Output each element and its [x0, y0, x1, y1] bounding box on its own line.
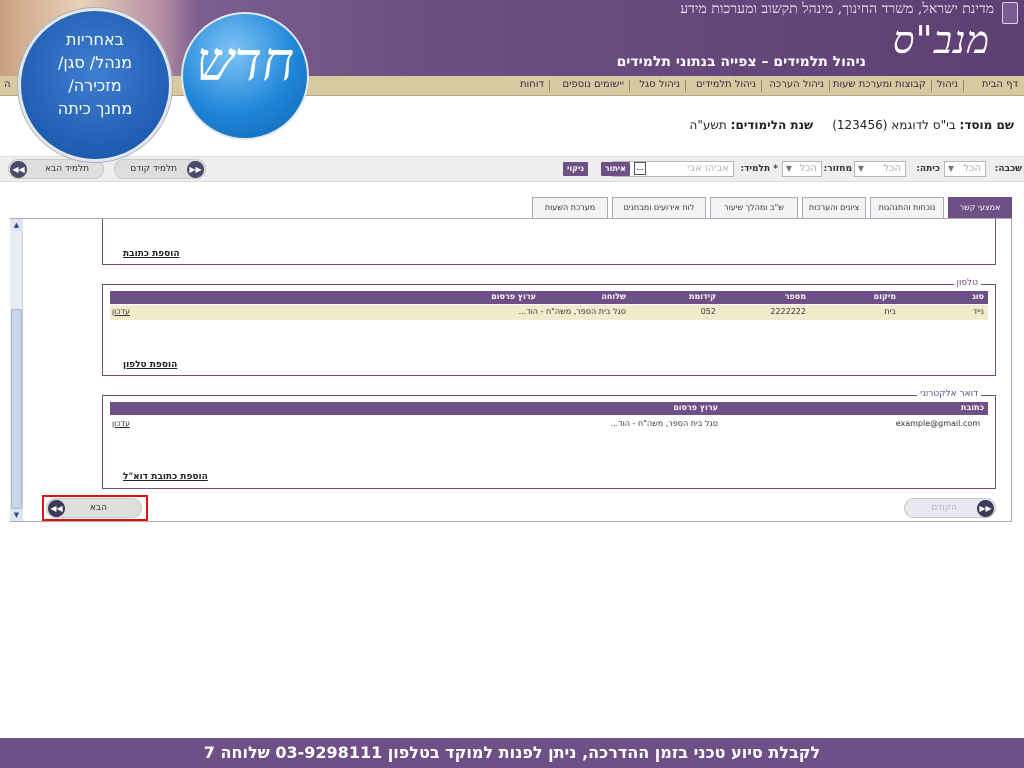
- menu-separator: [931, 80, 932, 92]
- col-address: כתובת: [960, 403, 984, 412]
- responsibility-badge-text: באחריות מנהל/ סגן/ מזכירה/ מחנך כיתה: [22, 28, 168, 120]
- layer-label: שכבה:: [994, 164, 1022, 174]
- cycle-label: מחזור:: [823, 164, 852, 174]
- menu-separator: [963, 80, 964, 92]
- clear-button[interactable]: ניקוי: [563, 162, 588, 176]
- previous-label: הקודם: [931, 503, 957, 513]
- email-section: דואר אלקטרוני כתובת ערוץ פרסום example@g…: [102, 389, 996, 489]
- chevron-down-icon: ▼: [857, 164, 865, 173]
- email-table-header: כתובת ערוץ פרסום: [110, 402, 988, 415]
- highlight-box: [42, 495, 148, 521]
- scroll-down-icon[interactable]: ▼: [10, 509, 23, 521]
- address-section: הוספת כתובת: [102, 219, 996, 265]
- student-label: * תלמיד:: [740, 164, 779, 174]
- col-location: מיקום: [873, 292, 896, 301]
- app-logo: מנב"ס: [892, 18, 990, 62]
- next-student-button[interactable]: ◀◀ תלמיד הבא: [8, 159, 104, 179]
- class-label: כיתה:: [916, 164, 940, 174]
- col-extension: שלוחה: [601, 292, 626, 301]
- col-number: מספר: [784, 292, 806, 301]
- search-button[interactable]: איתור: [600, 162, 630, 176]
- col-channel: ערוץ פרסום: [491, 292, 536, 301]
- menu-separator: [629, 80, 630, 92]
- institution-label: שם מוסד:: [959, 118, 1014, 132]
- menu-more-apps[interactable]: יישומים נוספים: [563, 79, 624, 90]
- previous-student-button[interactable]: ▶▶ תלמיד קודם: [114, 159, 206, 179]
- tab-attendance-behavior[interactable]: נוכחות והתנהגות: [870, 197, 944, 219]
- tab-grades[interactable]: ציונים והערכות: [802, 197, 866, 219]
- state-emblem-icon: [1002, 2, 1018, 24]
- tab-contact-methods[interactable]: אמצעי קשר: [948, 197, 1012, 219]
- tab-timetable[interactable]: מערכת השעות: [532, 197, 608, 219]
- add-phone-link[interactable]: הוספת טלפון: [123, 360, 177, 370]
- school-year-label: שנת הלימודים:: [730, 118, 814, 132]
- previous-button[interactable]: ▶▶ הקודם: [904, 498, 996, 518]
- phone-section: טלפון סוג מיקום מספר קידומת שלוחה ערוץ פ…: [102, 278, 996, 376]
- badge-line: באחריות: [66, 30, 124, 49]
- tab-events-exams[interactable]: לוח אירועים ומבחנים: [612, 197, 706, 219]
- email-legend: דואר אלקטרוני: [917, 389, 981, 399]
- badge-line: מחנך כיתה: [57, 99, 133, 118]
- table-row: נייד בית 2222222 052 סגל בית הספר, משה"ח…: [110, 305, 988, 320]
- student-picker-button[interactable]: ...: [634, 162, 646, 175]
- email-channel: סגל בית הספר, משה"ח - הוד...: [610, 419, 718, 428]
- menu-separator: [761, 80, 762, 92]
- cycle-select-value: הכל: [799, 163, 817, 174]
- add-email-link[interactable]: הוספת כתובת דוא"ל: [123, 472, 208, 482]
- menu-assessment[interactable]: ניהול הערכה: [769, 79, 824, 90]
- menu-reports[interactable]: דוחות: [520, 79, 544, 90]
- badge-line: מנהל/ סגן/: [57, 53, 133, 72]
- vertical-scrollbar[interactable]: ▲ ▼: [10, 219, 23, 521]
- phone-type: נייד: [972, 307, 984, 316]
- menu-home[interactable]: דף הבית: [982, 79, 1018, 90]
- phone-table-header: סוג מיקום מספר קידומת שלוחה ערוץ פרסום: [110, 291, 988, 304]
- class-select[interactable]: הכל ▼: [854, 161, 906, 177]
- phone-location: בית: [884, 307, 896, 316]
- forward-arrows-icon: ▶▶: [977, 500, 994, 517]
- layer-select[interactable]: הכל ▼: [944, 161, 986, 177]
- support-footer: לקבלת סיוע טכני בזמן ההדרכה, ניתן לפנות …: [0, 738, 1024, 768]
- gov-line: מדינת ישראל, משרד החינוך, מינהל תקשוב ומ…: [680, 1, 994, 17]
- email-update-link[interactable]: עדכון: [112, 419, 130, 428]
- student-select-value: אביהו אבי: [687, 163, 729, 174]
- add-address-link[interactable]: הוספת כתובת: [123, 249, 180, 259]
- menu-separator: [549, 80, 550, 92]
- phone-update-link[interactable]: עדכון: [112, 307, 130, 316]
- col-channel: ערוץ פרסום: [673, 403, 718, 412]
- menu-staff[interactable]: ניהול סגל: [639, 79, 680, 90]
- institution-value: בי"ס לדוגמא (123456): [832, 118, 956, 132]
- new-badge-label: חדש: [195, 30, 295, 93]
- school-year-value: תשע"ה: [689, 118, 727, 132]
- page-subtitle: ניהול תלמידים – צפייה בנתוני תלמידים: [616, 54, 866, 70]
- chevron-down-icon: ▼: [947, 164, 955, 173]
- menu-manage[interactable]: ניהול: [937, 79, 958, 90]
- layer-select-value: הכל: [963, 163, 981, 174]
- previous-student-label: תלמיד קודם: [130, 164, 177, 174]
- menu-groups-schedule[interactable]: קבוצות ומערכת שעות: [833, 79, 926, 90]
- student-select[interactable]: אביהו אבי ▼: [612, 161, 734, 177]
- next-student-label: תלמיד הבא: [44, 164, 89, 174]
- badge-line: מזכירה/: [68, 76, 122, 95]
- menu-students[interactable]: ניהול תלמידים: [696, 79, 756, 90]
- chevron-down-icon: ▼: [785, 164, 793, 173]
- phone-channel: סגל בית הספר, משה"ח - הוד...: [518, 307, 626, 316]
- forward-arrows-icon: ▶▶: [187, 161, 204, 178]
- tab-lesson-progress[interactable]: ש"ב ומהלך שיעור: [710, 197, 798, 219]
- phone-legend: טלפון: [953, 278, 981, 288]
- menu-separator: [829, 80, 830, 92]
- email-address: example@gmail.com: [895, 419, 980, 428]
- scroll-up-icon[interactable]: ▲: [10, 219, 23, 231]
- col-prefix: קידומת: [689, 292, 716, 301]
- scroll-thumb[interactable]: [11, 309, 22, 509]
- back-arrows-icon: ◀◀: [10, 161, 27, 178]
- cycle-select[interactable]: הכל ▼: [782, 161, 822, 177]
- col-type: סוג: [972, 292, 984, 301]
- institution-info: שם מוסד: בי"ס לדוגמא (123456) שנת הלימוד…: [690, 118, 1014, 132]
- phone-number: 2222222: [770, 307, 806, 316]
- menu-separator: [685, 80, 686, 92]
- phone-prefix: 052: [700, 307, 716, 316]
- menu-item-partial[interactable]: ה: [4, 79, 11, 90]
- table-row: example@gmail.com סגל בית הספר, משה"ח - …: [110, 417, 988, 432]
- class-select-value: הכל: [883, 163, 901, 174]
